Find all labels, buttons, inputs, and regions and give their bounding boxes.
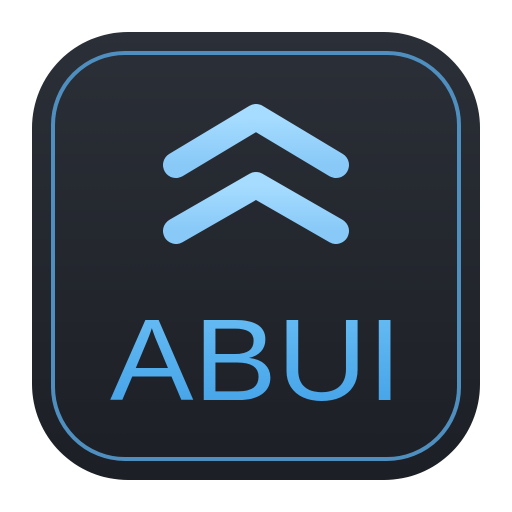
app-name: ABUI [110, 295, 402, 425]
app-icon[interactable]: ABUI [0, 0, 512, 512]
app-icon-graphic: ABUI [32, 32, 480, 480]
